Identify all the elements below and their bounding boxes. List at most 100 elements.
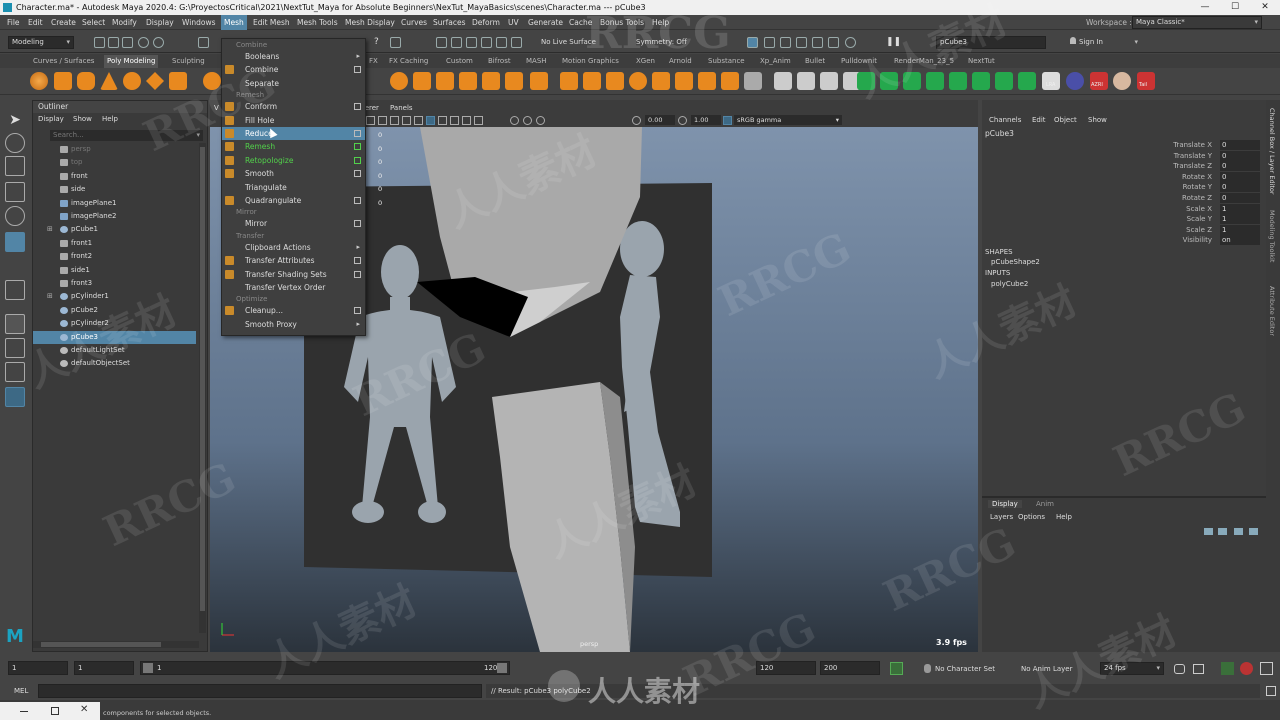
script-editor-icon[interactable] <box>1266 686 1276 696</box>
redo-icon[interactable] <box>153 37 164 48</box>
arnold-render-icon[interactable] <box>845 37 856 48</box>
gamma-field[interactable]: 1.00 <box>691 115 721 125</box>
green-tool-1-icon[interactable] <box>857 72 875 90</box>
combine-icon[interactable] <box>459 72 477 90</box>
smooth-shade-icon[interactable] <box>378 116 387 125</box>
make-live-icon[interactable] <box>511 37 522 48</box>
shelf-tab-custom[interactable]: Custom <box>443 55 476 68</box>
range-handle-right[interactable] <box>497 663 507 673</box>
mesh-menu-triangulate[interactable]: Triangulate <box>222 181 365 194</box>
option-box-icon[interactable] <box>354 66 361 74</box>
xray-icon[interactable] <box>438 116 447 125</box>
outliner-item[interactable]: ⊞ pCube1 <box>33 223 196 236</box>
layout-outliner-icon[interactable] <box>5 387 25 407</box>
mirror-icon[interactable] <box>560 72 578 90</box>
mode-select[interactable]: Modeling ▾ <box>8 36 74 49</box>
audio-toggle-icon[interactable] <box>1221 662 1234 675</box>
snap-surface-icon[interactable] <box>496 37 507 48</box>
outliner-item[interactable]: defaultLightSet <box>33 344 196 357</box>
mesh-menu-transfer-vertex-order[interactable]: Transfer Vertex Order <box>222 281 365 294</box>
pivot-icon[interactable] <box>1066 72 1084 90</box>
shape-node[interactable]: pCubeShape2 <box>991 258 1040 266</box>
shelf-tab-bifrost[interactable]: Bifrost <box>485 55 514 68</box>
aa-icon[interactable] <box>474 116 483 125</box>
outliner-hscrollbar[interactable] <box>33 641 199 648</box>
menu-mesh-tools[interactable]: Mesh Tools <box>294 15 341 30</box>
menu-select[interactable]: Select <box>79 15 108 30</box>
move-tool-icon[interactable] <box>5 182 25 202</box>
channel-attr-label[interactable]: Scale Z <box>1042 225 1212 235</box>
outliner-item[interactable]: front3 <box>33 277 196 290</box>
exposure-icon[interactable] <box>523 116 532 125</box>
tab-display[interactable]: Display <box>988 500 1022 508</box>
mesh-menu-transfer-attributes[interactable]: Transfer Attributes <box>222 254 365 267</box>
menu-cache[interactable]: Cache <box>566 15 595 30</box>
bridge-icon[interactable] <box>413 72 431 90</box>
automatic-map-icon[interactable] <box>820 72 838 90</box>
range-handle-left[interactable] <box>143 663 153 673</box>
outliner-menu-show[interactable]: Show <box>73 115 92 123</box>
channel-attr-label[interactable]: Scale Y <box>1042 214 1212 224</box>
channel-attr-label[interactable]: Visibility <box>1042 235 1212 245</box>
undo-icon[interactable] <box>138 37 149 48</box>
channel-attr-label[interactable]: Translate Y <box>1042 151 1212 161</box>
mesh-menu-quadrangulate[interactable]: Quadrangulate <box>222 194 365 207</box>
command-input[interactable] <box>38 684 482 698</box>
scale-tool-icon[interactable] <box>5 232 25 252</box>
outliner-item[interactable]: defaultObjectSet <box>33 357 196 370</box>
layer-menu-options[interactable]: Options <box>1018 513 1045 521</box>
mesh-menu-clipboard-actions[interactable]: Clipboard Actions ▸ <box>222 241 365 254</box>
insert-loop-icon[interactable] <box>675 72 693 90</box>
mesh-menu-conform[interactable]: Conform <box>222 100 365 113</box>
channel-attr-value[interactable]: 0 <box>1220 161 1260 172</box>
input-node[interactable]: polyCube2 <box>991 280 1028 288</box>
menu-mesh[interactable]: Mesh <box>221 15 247 30</box>
snap-point-icon[interactable] <box>466 37 477 48</box>
outliner-menu-help[interactable]: Help <box>102 115 118 123</box>
cb-menu-object[interactable]: Object <box>1054 116 1077 124</box>
outliner-item[interactable]: persp <box>33 143 196 156</box>
smooth-icon[interactable] <box>530 72 548 90</box>
crease-icon[interactable] <box>744 72 762 90</box>
shelf-tab-motion-graphics[interactable]: Motion Graphics <box>559 55 622 68</box>
planar-map-icon[interactable] <box>797 72 815 90</box>
option-box-icon[interactable] <box>354 197 361 204</box>
poly-disc-icon[interactable] <box>169 72 187 90</box>
layout-single-icon[interactable] <box>5 314 25 334</box>
outliner-item[interactable]: side <box>33 183 196 196</box>
dof-icon[interactable] <box>510 116 519 125</box>
green-tool-8-icon[interactable] <box>1018 72 1036 90</box>
poly-cone-icon[interactable] <box>100 72 118 90</box>
select-tool-icon[interactable]: ➤ <box>5 110 25 130</box>
option-box-icon[interactable] <box>354 257 361 265</box>
new-scene-icon[interactable] <box>94 37 105 48</box>
outliner-item[interactable]: imagePlane1 <box>33 197 196 210</box>
object-name-field[interactable]: pCube3 <box>936 36 1046 49</box>
end-frame-field[interactable]: 120 <box>756 661 816 675</box>
mesh-menu-mirror[interactable]: Mirror <box>222 217 365 230</box>
poly-platonic-icon[interactable] <box>203 72 221 90</box>
channel-attr-value[interactable]: 0 <box>1220 150 1260 161</box>
green-tool-4-icon[interactable] <box>926 72 944 90</box>
render-setup-icon[interactable] <box>812 37 823 48</box>
outliner-item[interactable]: front1 <box>33 237 196 250</box>
layer-menu-help[interactable]: Help <box>1056 513 1072 521</box>
channel-attr-label[interactable]: Scale X <box>1042 204 1212 214</box>
poly-torus-icon[interactable] <box>123 72 141 90</box>
start-frame-field[interactable]: 1 <box>8 661 68 675</box>
current-frame-field[interactable]: 1 <box>74 661 134 675</box>
hud-icon[interactable] <box>536 116 545 125</box>
channel-attr-label[interactable]: Translate Z <box>1042 161 1212 171</box>
render-settings-icon[interactable] <box>780 37 791 48</box>
wireframe-icon[interactable] <box>366 116 375 125</box>
channel-attr-label[interactable]: Rotate Y <box>1042 182 1212 192</box>
channel-attr-value[interactable]: 0 <box>1220 193 1260 203</box>
help-icon[interactable]: ? <box>374 37 385 48</box>
layout-two-icon[interactable] <box>5 362 25 382</box>
range-slider[interactable]: 1 120 <box>140 661 510 675</box>
cb-menu-channels[interactable]: Channels <box>989 116 1021 124</box>
layout-four-icon[interactable] <box>5 338 25 358</box>
target-weld-icon[interactable] <box>629 72 647 90</box>
outliner-item[interactable]: top <box>33 156 196 169</box>
channel-attr-value[interactable]: on <box>1220 235 1260 246</box>
